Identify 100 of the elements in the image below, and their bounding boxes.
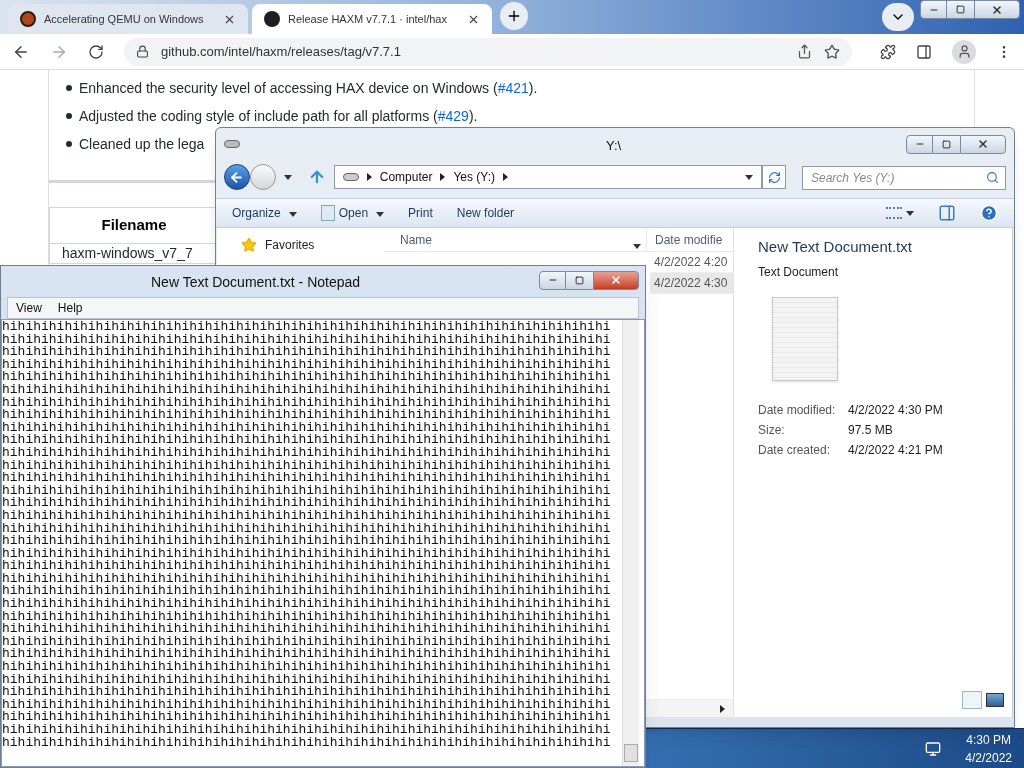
notepad-icon — [320, 205, 335, 221]
preview-pane-icon[interactable] — [938, 204, 956, 222]
tab-title: Release HAXM v7.7.1 · intel/hax — [288, 11, 448, 27]
maximize-icon — [575, 275, 584, 285]
refresh-button[interactable] — [762, 165, 786, 189]
search-icon[interactable] — [986, 170, 999, 184]
maximize-button[interactable] — [947, 0, 974, 19]
back-button[interactable] — [224, 164, 250, 190]
bullet-icon — [66, 113, 72, 119]
text-line: hihihihihihihihihihihihihihihihihihihihihihihihihihihihihihihihihihihihihihihi — [2, 711, 612, 724]
property-label: Date modified: — [758, 401, 837, 419]
chevron-icon — [440, 173, 446, 181]
breadcrumb-item[interactable]: Yes (Y:) — [453, 168, 495, 186]
clock-date[interactable]: 4/2/2022 — [965, 748, 1012, 767]
property-value: 4/2/2022 4:30 PM — [848, 401, 944, 419]
maximize-icon — [956, 5, 965, 14]
drive-icon — [342, 173, 359, 181]
extensions-icon[interactable] — [880, 43, 896, 60]
tab-search-button[interactable] — [882, 3, 914, 31]
minimize-button[interactable] — [906, 134, 933, 154]
file-row[interactable]: 4/2/2022 4:30 — [650, 273, 733, 294]
window-title: New Text Document.txt - Notepad — [151, 273, 361, 292]
date-cell-text: 4/2/2022 4:20 — [654, 254, 728, 271]
network-icon[interactable] — [925, 740, 942, 757]
menu-item[interactable]: View — [16, 299, 42, 317]
chevron-icon — [503, 173, 508, 181]
preview-view-icon[interactable] — [986, 693, 1004, 707]
text-line: hihihihihihihihihihihihihihihihihihihihihihihihihihihihihihihihihihihihihihihi — [2, 635, 612, 649]
table-cell-text: haxm-windows_v7_7 — [61, 244, 194, 263]
issue-link[interactable]: #421 — [497, 79, 529, 96]
text-line: hihihihihihihihihihihihihihihihihihihihihihihihihihihihihihihihihihihihihihihi — [2, 358, 612, 372]
property-value: 97.5 MB — [848, 421, 894, 439]
scrollbar[interactable] — [622, 320, 639, 766]
lock-icon — [136, 45, 149, 58]
text-line: hihihihihihihihihihihihihihihihihihihihihihihihihihihihihihihihihihihihihihihi — [2, 661, 612, 674]
text-line: hihihihihihihihihihihihihihihihihihihihihihihihihihihihihihihihihihihihihihihi — [2, 736, 612, 750]
text-line: hihihihihihihihihihihihihihihihihihihihihihihihihihihihihihihihihihihihihihihi — [2, 346, 612, 359]
caret-icon — [288, 212, 297, 217]
address-bar[interactable]: github.com/intel/haxm/releases/tag/v7.7.1 — [124, 37, 852, 66]
property-value: 4/2/2022 4:21 PM — [848, 441, 944, 459]
text-line: hihihihihihihihihihihihihihihihihihihihihihihihihihihihihihihihihihihihihihihi — [2, 484, 612, 498]
star-icon[interactable] — [824, 43, 840, 60]
caret-icon — [633, 244, 641, 249]
profile-icon[interactable] — [952, 39, 976, 64]
person-icon — [956, 44, 972, 59]
clock-time[interactable]: 4:30 PM — [966, 730, 1011, 749]
round-logo-icon — [20, 11, 36, 27]
toolbar-button[interactable]: Print — [408, 204, 433, 222]
close-button[interactable] — [974, 0, 1020, 19]
side-panel-icon[interactable] — [916, 43, 932, 60]
caret-icon — [283, 174, 292, 180]
text-line: hihihihihihihihihihihihihihihihihihihihihihihihihihihihihihihihihihihihihihihi — [2, 623, 612, 636]
plus-icon — [506, 8, 522, 24]
text-line: hihihihihihihihihihihihihihihihihihihihihihihihihihihihihihihihihihihihihihihi — [2, 698, 612, 712]
maximize-button[interactable] — [566, 270, 593, 290]
star-icon — [241, 237, 257, 253]
toolbar-button[interactable]: New folder — [456, 204, 515, 222]
text-line: hihihihihihihihihihihihihihihihihihihihihihihihihihihihihihihihihihihihihihihi — [2, 321, 612, 334]
close-button[interactable] — [593, 270, 639, 290]
caret-icon — [376, 212, 385, 217]
text-line: hihihihihihihihihihihihihihihihihihihihihihihihihihihihihihihihihihihihihihihi — [2, 598, 612, 611]
text-line: hihihihihihihihihihihihihihihihihihihihihihihihihihihihihihihihihihihihihihihi — [2, 535, 612, 548]
maximize-button[interactable] — [933, 134, 960, 154]
chevron-icon — [720, 704, 725, 713]
new-tab-button[interactable] — [500, 2, 528, 30]
menu-item[interactable]: Help — [57, 299, 83, 317]
browser-tab[interactable]: Release HAXM v7.7.1 · intel/hax — [252, 4, 492, 34]
file-type: Text Document — [758, 263, 840, 281]
toolbar-button[interactable]: Open — [320, 204, 385, 222]
share-icon[interactable] — [797, 44, 812, 59]
text-line: hihihihihihihihihihihihihihihihihihihihihihihihihihihihihihihihihihihihihihihi — [2, 333, 612, 347]
text-line: hihihihihihihihihihihihihihihihihihihihihihihihihihihihihihihihihihihihihihihi — [2, 409, 612, 422]
address-bar[interactable]: Computer Yes (Y:) — [333, 165, 763, 189]
search-field[interactable]: Search Yes (Y:) — [802, 165, 1006, 190]
browser-tab[interactable]: Accelerating QEMU on Windows — [8, 4, 248, 34]
text-line: hihihihihihihihihihihihihihihihihihihihihihihihihihihihihihihihihihihihihihihi — [2, 459, 612, 473]
help-icon[interactable] — [980, 204, 998, 222]
text-line: hihihihihihihihihihihihihihihihihihihihihihihihihihihihihihihihihihihihihihihi — [2, 446, 612, 460]
text-line: hihihihihihihihihihihihihihihihihihihihihihihihihihihihihihihihihihihihihihihi — [2, 560, 612, 573]
property-label: Size: — [758, 421, 786, 439]
column-header[interactable]: Date modifie — [646, 228, 733, 251]
toolbar-button[interactable]: Organize — [232, 204, 297, 222]
text-line: hihihihihihihihihihihihihihihihihihihihihihihihihihihihihihihihihihihihihihihi — [2, 686, 612, 699]
text-line: hihihihihihihihihihihihihihihihihihihihihihihihihihihihihihihihihihihihihihihi — [2, 472, 612, 485]
close-button[interactable] — [960, 134, 1006, 154]
text-line: hihihihihihihihihihihihihihihihihihihihihihihihihihihihihihihihihihihihihihihi — [2, 610, 612, 624]
release-note: Cleaned up the lega — [79, 134, 205, 154]
minimize-button[interactable] — [920, 0, 947, 19]
reload-icon[interactable] — [88, 43, 104, 60]
issue-link[interactable]: #429 — [437, 107, 469, 124]
text-line: hihihihihihihihihihihihihihihihihihihihihihihihihihihihihihihihihihihihihihihi — [2, 585, 612, 599]
release-note: Enhanced the security level of accessing HAX device on Windows (#421). — [79, 78, 538, 98]
text-line: hihihihihihihihihihihihihihihihihihihihihihihihihihihihihihihihihihihihihihihi — [2, 648, 612, 662]
maximize-icon — [942, 139, 951, 149]
bullet-icon — [66, 85, 72, 91]
breadcrumb-item[interactable]: Computer — [379, 168, 433, 186]
text-line: hihihihihihihihihihihihihihihihihihihihihihihihihihihihihihihihihihihihihihihi — [2, 396, 612, 410]
column-header[interactable]: Name — [384, 228, 646, 251]
minimize-button[interactable] — [539, 270, 566, 290]
view-options-icon[interactable] — [886, 207, 914, 219]
